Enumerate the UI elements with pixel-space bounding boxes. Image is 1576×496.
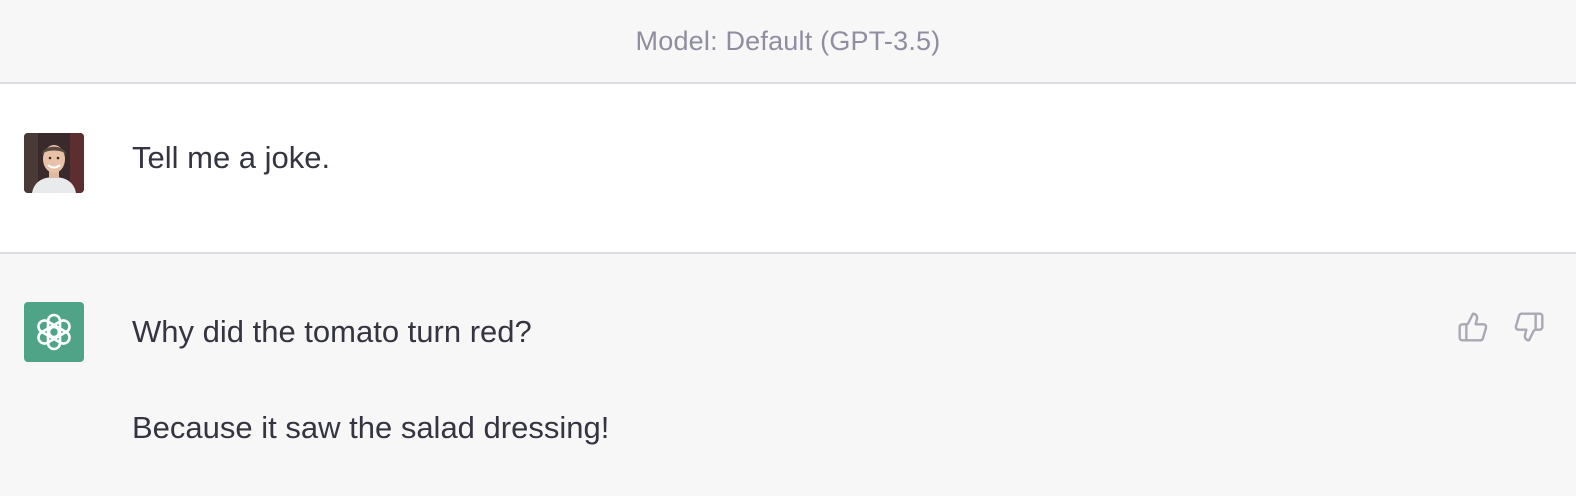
- feedback-buttons: [1456, 310, 1546, 344]
- model-bar: Model: Default (GPT-3.5): [0, 0, 1576, 84]
- thumbs-up-button[interactable]: [1456, 310, 1490, 344]
- user-message-text: Tell me a joke.: [132, 140, 331, 175]
- assistant-message-line-2: Because it saw the salad dressing!: [132, 410, 610, 445]
- assistant-avatar: [24, 302, 84, 362]
- user-avatar-photo: [24, 133, 84, 193]
- model-label: Model: Default (GPT-3.5): [635, 25, 941, 56]
- chat-page: Model: Default (GPT-3.5) Tell me a joke.: [0, 0, 1576, 496]
- openai-logo-icon: [37, 313, 71, 351]
- user-message-row: Tell me a joke.: [0, 84, 1576, 254]
- thumbs-down-icon: [1514, 312, 1544, 342]
- assistant-message-row: Why did the tomato turn red? Because it …: [0, 254, 1576, 496]
- assistant-message-line-1: Why did the tomato turn red?: [132, 314, 532, 349]
- thumbs-down-button[interactable]: [1512, 310, 1546, 344]
- user-avatar: [24, 133, 84, 193]
- thumbs-up-icon: [1458, 312, 1488, 342]
